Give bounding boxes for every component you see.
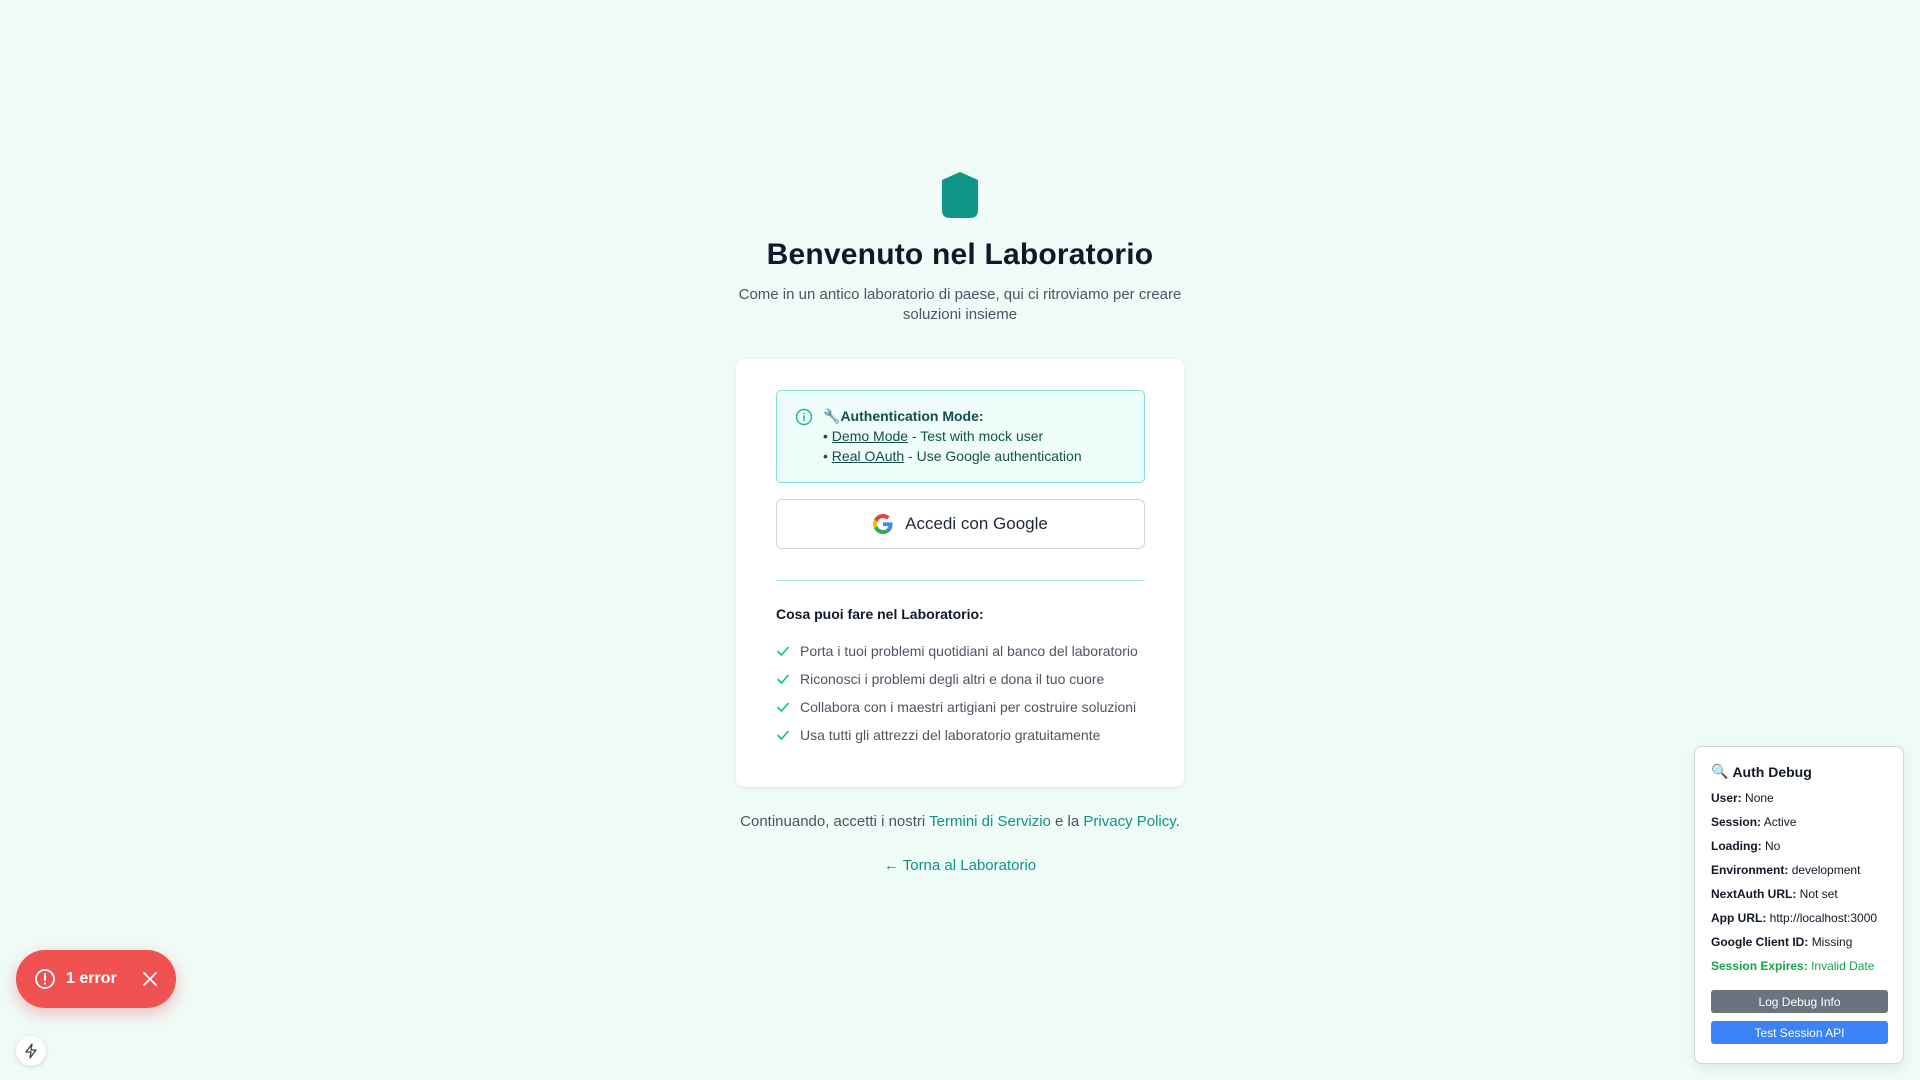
lightning-icon bbox=[25, 1043, 37, 1059]
error-count-label: 1 error bbox=[66, 970, 117, 987]
login-container: Benvenuto nel Laboratorio Come in un ant… bbox=[736, 172, 1184, 874]
page-title: Benvenuto nel Laboratorio bbox=[766, 238, 1154, 271]
check-icon bbox=[777, 646, 789, 656]
divider bbox=[776, 580, 1145, 581]
test-session-api-button[interactable]: Test Session API bbox=[1711, 1021, 1888, 1044]
google-icon bbox=[873, 514, 893, 534]
error-toast[interactable]: 1 error bbox=[16, 950, 176, 1008]
list-item: Riconosci i problemi degli altri e dona … bbox=[776, 669, 1145, 689]
debug-row-nextauth-url: NextAuth URL: Not set bbox=[1711, 887, 1838, 901]
info-icon bbox=[795, 408, 813, 426]
alert-circle-icon bbox=[35, 969, 55, 989]
debug-row-loading: Loading: No bbox=[1711, 839, 1781, 853]
privacy-policy-link[interactable]: Privacy Policy bbox=[1083, 813, 1175, 830]
wrench-icon: 🔧 bbox=[823, 408, 841, 424]
page-subtitle: Come in un antico laboratorio di paese, … bbox=[738, 286, 1182, 323]
debug-row-session: Session: Active bbox=[1711, 815, 1797, 829]
debug-row-environment: Environment: development bbox=[1711, 863, 1861, 877]
debug-row-app-url: App URL: http://localhost:3000 bbox=[1711, 911, 1878, 925]
magnifier-icon: 🔍 bbox=[1711, 763, 1729, 779]
demo-mode-link[interactable]: Demo Mode bbox=[832, 428, 908, 444]
debug-row-user: User: None bbox=[1711, 791, 1774, 805]
list-item: Collabora con i maestri artigiani per co… bbox=[776, 697, 1145, 717]
debug-row-session-expires: Session Expires: Invalid Date bbox=[1711, 959, 1875, 973]
list-item: Porta i tuoi problemi quotidiani al banc… bbox=[776, 641, 1145, 661]
terms-notice: Continuando, accetti i nostri Termini di… bbox=[740, 813, 1180, 830]
debug-title: 🔍 Auth Debug bbox=[1711, 763, 1812, 780]
dev-tools-button[interactable] bbox=[16, 1036, 46, 1066]
check-icon bbox=[777, 674, 789, 684]
features-title: Cosa puoi fare nel Laboratorio: bbox=[776, 606, 984, 622]
close-icon[interactable] bbox=[142, 971, 158, 987]
auth-mode-demo: • Demo Mode - Test with mock user bbox=[823, 428, 1044, 444]
list-item: Usa tutti gli attrezzi del laboratorio g… bbox=[776, 725, 1145, 745]
google-signin-button[interactable]: Accedi con Google bbox=[776, 499, 1145, 549]
auth-mode-heading: 🔧Authentication Mode: bbox=[823, 408, 984, 424]
shield-icon bbox=[942, 172, 978, 218]
auth-debug-panel: 🔍 Auth Debug User: None Session: Active L… bbox=[1694, 746, 1904, 1064]
features-list: Porta i tuoi problemi quotidiani al banc… bbox=[776, 641, 1145, 745]
auth-mode-oauth: • Real OAuth - Use Google authentication bbox=[823, 448, 1082, 464]
real-oauth-link[interactable]: Real OAuth bbox=[832, 448, 904, 464]
google-signin-label: Accedi con Google bbox=[905, 514, 1048, 533]
log-debug-info-button[interactable]: Log Debug Info bbox=[1711, 990, 1888, 1013]
back-to-lab-link[interactable]: ← Torna al Laboratorio bbox=[884, 857, 1036, 874]
login-card: 🔧Authentication Mode: • Demo Mode - Test… bbox=[736, 359, 1184, 787]
check-icon bbox=[777, 730, 789, 740]
terms-of-service-link[interactable]: Termini di Servizio bbox=[929, 813, 1051, 830]
auth-mode-info: 🔧Authentication Mode: • Demo Mode - Test… bbox=[776, 390, 1145, 483]
debug-row-google-client-id: Google Client ID: Missing bbox=[1711, 935, 1853, 949]
check-icon bbox=[777, 702, 789, 712]
